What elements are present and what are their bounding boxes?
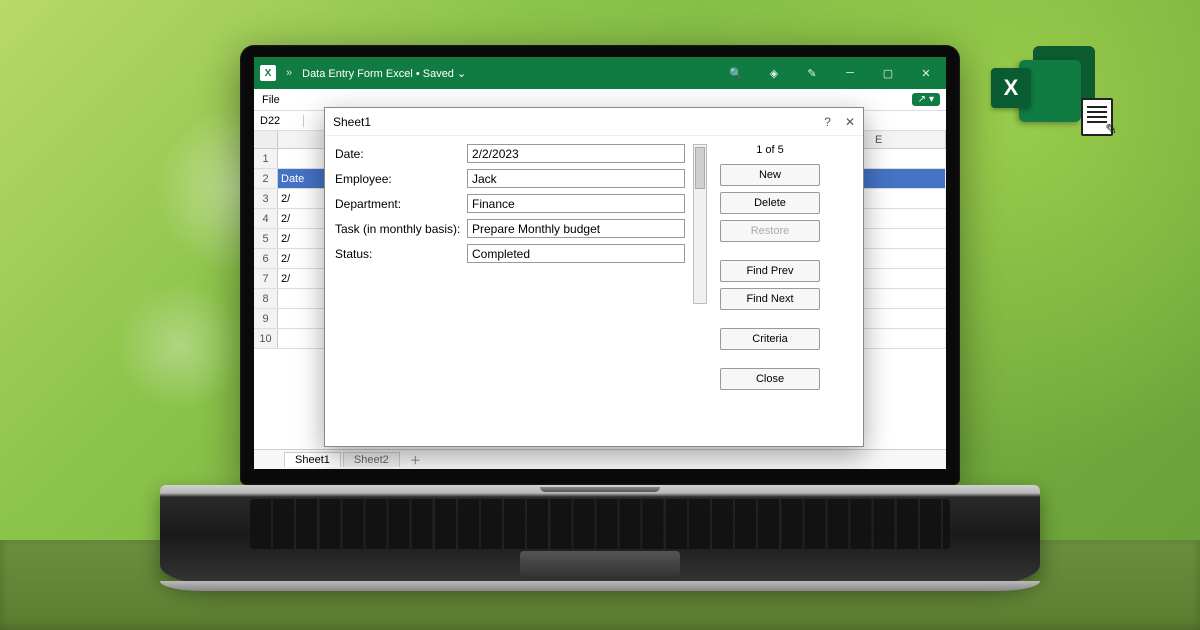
laptop-trackpad: [520, 551, 680, 577]
delete-button[interactable]: Delete: [720, 192, 820, 214]
dialog-title: Sheet1: [333, 115, 371, 129]
add-sheet-button[interactable]: ＋: [402, 452, 429, 468]
laptop-keyboard: [250, 499, 950, 549]
field-label: Employee:: [335, 172, 467, 186]
chevron-down-icon[interactable]: ⌄: [457, 68, 466, 80]
pen-icon[interactable]: ✎: [798, 67, 826, 80]
close-button[interactable]: Close: [720, 368, 820, 390]
excel-x-icon: X: [991, 68, 1031, 108]
row-header[interactable]: 8: [254, 289, 278, 308]
new-button[interactable]: New: [720, 164, 820, 186]
row-header[interactable]: 2: [254, 169, 278, 188]
sheet-tab-bar: Sheet1 Sheet2 ＋: [254, 449, 946, 469]
sheet-tab[interactable]: Sheet2: [343, 452, 400, 467]
close-window-icon[interactable]: ✕: [912, 67, 940, 80]
search-icon[interactable]: 🔍: [722, 67, 750, 80]
share-button[interactable]: ↗ ▾: [912, 93, 940, 106]
minimize-icon[interactable]: ─: [836, 67, 864, 79]
chevron-down-icon: ▾: [929, 94, 934, 105]
row-header[interactable]: 7: [254, 269, 278, 288]
field-input[interactable]: [467, 144, 685, 163]
name-box[interactable]: D22: [254, 115, 304, 127]
excel-window: X » Data Entry Form Excel • Saved ⌄ 🔍 ◈ …: [254, 57, 946, 469]
sheet-tab-active[interactable]: Sheet1: [284, 452, 341, 467]
laptop-frame: X » Data Entry Form Excel • Saved ⌄ 🔍 ◈ …: [240, 45, 960, 585]
file-menu[interactable]: File: [262, 94, 280, 106]
row-header[interactable]: 3: [254, 189, 278, 208]
row-header[interactable]: 9: [254, 309, 278, 328]
criteria-button[interactable]: Criteria: [720, 328, 820, 350]
field-label: Date:: [335, 147, 467, 161]
field-label: Task (in monthly basis):: [335, 222, 467, 236]
document-edit-icon: [1081, 98, 1113, 136]
record-counter: 1 of 5: [756, 144, 784, 156]
title-bar: X » Data Entry Form Excel • Saved ⌄ 🔍 ◈ …: [254, 57, 946, 89]
excel-app-icon: X: [260, 65, 276, 81]
help-icon[interactable]: ?: [824, 115, 831, 129]
row-header[interactable]: 1: [254, 149, 278, 168]
find-next-button[interactable]: Find Next: [720, 288, 820, 310]
maximize-icon[interactable]: ▢: [874, 67, 902, 80]
close-icon[interactable]: ✕: [845, 115, 855, 129]
row-header[interactable]: 5: [254, 229, 278, 248]
share-icon: ↗: [918, 94, 926, 105]
field-label: Department:: [335, 197, 467, 211]
field-input[interactable]: [467, 219, 685, 238]
record-scrollbar[interactable]: [693, 144, 707, 304]
row-header[interactable]: 6: [254, 249, 278, 268]
select-all-corner[interactable]: [254, 131, 278, 148]
field-input[interactable]: [467, 244, 685, 263]
field-input[interactable]: [467, 194, 685, 213]
document-title: Data Entry Form Excel • Saved ⌄: [302, 67, 466, 80]
excel-floating-badge: X: [985, 42, 1105, 132]
data-form-dialog: Sheet1 ? ✕ Date: Employee: Department: Task…: [324, 107, 864, 447]
restore-button: Restore: [720, 220, 820, 242]
field-input[interactable]: [467, 169, 685, 188]
row-header[interactable]: 10: [254, 329, 278, 348]
row-header[interactable]: 4: [254, 209, 278, 228]
quick-access-more-icon[interactable]: »: [286, 67, 292, 79]
diamond-icon[interactable]: ◈: [760, 67, 788, 80]
find-prev-button[interactable]: Find Prev: [720, 260, 820, 282]
field-label: Status:: [335, 247, 467, 261]
